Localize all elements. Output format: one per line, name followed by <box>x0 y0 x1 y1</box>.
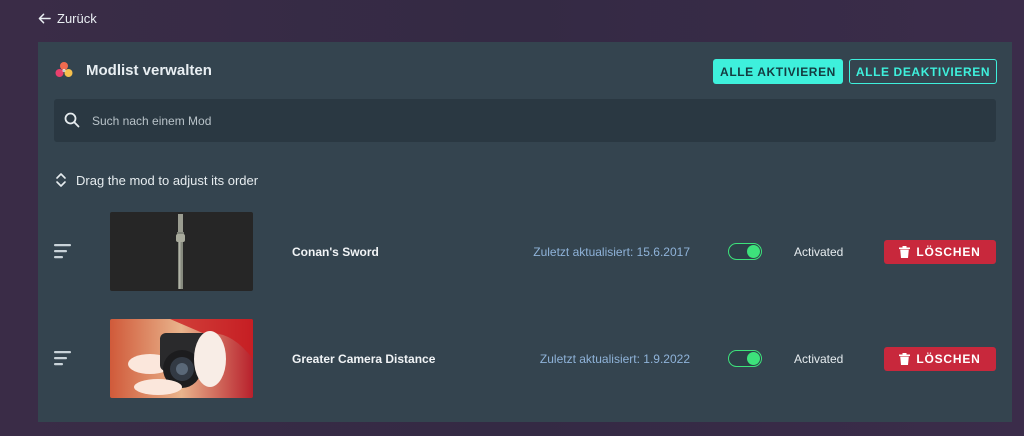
delete-label: LÖSCHEN <box>916 352 981 366</box>
modlist-logo-icon <box>55 62 73 77</box>
trash-icon <box>899 246 911 258</box>
mod-status: Activated <box>794 352 844 366</box>
mod-status: Activated <box>794 245 844 259</box>
drag-hint: Drag the mod to adjust its order <box>54 172 258 188</box>
search-input[interactable] <box>92 99 972 142</box>
back-label: Zurück <box>57 11 97 26</box>
trash-icon <box>899 353 911 365</box>
mod-updated-date: Zuletzt aktualisiert: 15.6.2017 <box>533 245 690 259</box>
mod-row: Greater Camera Distance Zuletzt aktualis… <box>38 319 1012 399</box>
mod-enable-toggle[interactable] <box>728 350 762 367</box>
activate-all-button[interactable]: ALLE AKTIVIEREN <box>713 59 843 84</box>
mod-enable-toggle[interactable] <box>728 243 762 260</box>
back-link[interactable]: Zurück <box>38 11 97 26</box>
mod-name: Greater Camera Distance <box>292 352 436 366</box>
search-bar <box>54 99 996 142</box>
mod-name: Conan's Sword <box>292 245 379 259</box>
chevron-up-down-icon <box>56 173 66 187</box>
drag-hint-text: Drag the mod to adjust its order <box>76 172 259 188</box>
toggle-knob <box>747 245 760 258</box>
mod-thumbnail-camera <box>110 319 253 398</box>
delete-mod-button[interactable]: LÖSCHEN <box>884 347 996 371</box>
delete-mod-button[interactable]: LÖSCHEN <box>884 240 996 264</box>
mod-updated-date: Zuletzt aktualisiert: 1.9.2022 <box>539 352 690 366</box>
panel-header: Modlist verwalten <box>54 60 212 80</box>
arrow-left-icon <box>38 13 51 24</box>
mod-row: Conan's Sword Zuletzt aktualisiert: 15.6… <box>38 212 1012 292</box>
modlist-panel: Modlist verwalten ALLE AKTIVIEREN ALLE D… <box>38 42 1012 422</box>
drag-handle-icon[interactable] <box>54 243 72 259</box>
toggle-knob <box>747 352 760 365</box>
search-icon <box>64 112 80 128</box>
mod-thumbnail-sword <box>110 212 253 291</box>
drag-handle-icon[interactable] <box>54 350 72 366</box>
page-title: Modlist verwalten <box>86 61 212 79</box>
deactivate-all-button[interactable]: ALLE DEAKTIVIEREN <box>849 59 997 84</box>
delete-label: LÖSCHEN <box>916 245 981 259</box>
